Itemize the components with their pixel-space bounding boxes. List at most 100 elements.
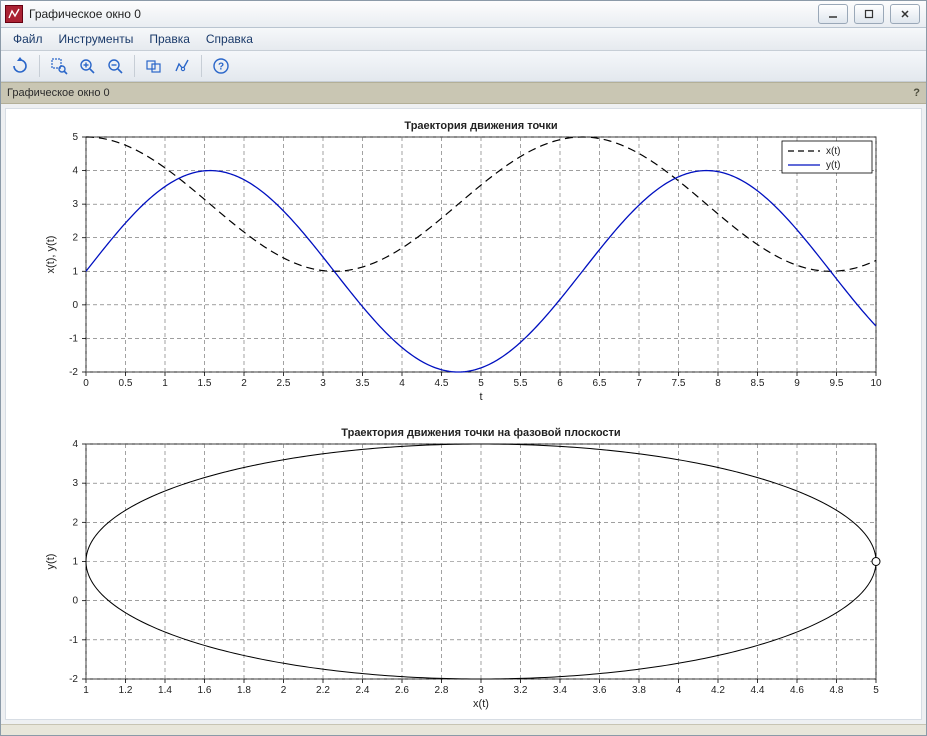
plot-svg: 0 0.5 1 1.5 2 2.5 3 3.5 4 4.5 5 5.5 6 6.5 7 7.5 8 8.5 9 9.5… xyxy=(6,109,911,720)
svg-text:y(t): y(t) xyxy=(826,160,840,171)
svg-text:2.8: 2.8 xyxy=(435,685,449,696)
svg-text:4.5: 4.5 xyxy=(435,378,449,389)
svg-text:5: 5 xyxy=(478,378,484,389)
figure-title-label: Графическое окно 0 xyxy=(7,87,110,99)
menu-file[interactable]: Файл xyxy=(7,30,49,48)
svg-text:t: t xyxy=(479,391,482,403)
svg-text:8: 8 xyxy=(715,378,721,389)
svg-text:7: 7 xyxy=(636,378,642,389)
svg-text:0: 0 xyxy=(72,596,78,607)
svg-text:2.5: 2.5 xyxy=(277,378,291,389)
svg-text:5: 5 xyxy=(72,132,78,143)
svg-text:0: 0 xyxy=(72,300,78,311)
menu-tools[interactable]: Инструменты xyxy=(53,30,140,48)
svg-text:2: 2 xyxy=(281,685,287,696)
svg-text:x(t), y(t): x(t), y(t) xyxy=(45,236,57,274)
svg-text:1: 1 xyxy=(72,266,78,277)
svg-text:3.4: 3.4 xyxy=(553,685,567,696)
svg-text:-2: -2 xyxy=(69,367,78,378)
figure-help-icon[interactable]: ? xyxy=(913,87,920,99)
subplot-1: 0 0.5 1 1.5 2 2.5 3 3.5 4 4.5 5 5.5 6 6.5 7 7.5 8 8.5 9 9.5… xyxy=(45,120,882,403)
svg-text:3: 3 xyxy=(478,685,484,696)
legend: x(t) y(t) xyxy=(782,141,872,173)
svg-text:?: ? xyxy=(218,62,224,73)
svg-text:2.2: 2.2 xyxy=(316,685,330,696)
close-button[interactable] xyxy=(890,4,920,24)
svg-text:x(t): x(t) xyxy=(826,146,840,157)
zoom-out-icon[interactable] xyxy=(102,53,128,79)
svg-text:3.5: 3.5 xyxy=(356,378,370,389)
pan-icon[interactable] xyxy=(141,53,167,79)
svg-text:1.8: 1.8 xyxy=(237,685,251,696)
svg-text:Траектория движения точки на ф: Траектория движения точки на фазовой пло… xyxy=(341,427,620,439)
window-controls xyxy=(818,4,920,24)
svg-text:1.6: 1.6 xyxy=(198,685,212,696)
menubar: Файл Инструменты Правка Справка xyxy=(1,28,926,51)
svg-text:6: 6 xyxy=(557,378,563,389)
svg-text:Траектория движения точки: Траектория движения точки xyxy=(404,120,557,132)
figure-title-strip: Графическое окно 0 ? xyxy=(1,82,926,104)
zoom-in-icon[interactable] xyxy=(74,53,100,79)
bottom-strip xyxy=(1,724,926,735)
toolbar: ? xyxy=(1,51,926,82)
svg-text:10: 10 xyxy=(870,378,882,389)
toolbar-separator xyxy=(134,55,135,77)
svg-text:x(t): x(t) xyxy=(473,698,489,710)
app-icon xyxy=(5,5,23,23)
svg-text:2: 2 xyxy=(72,517,78,528)
svg-text:3.2: 3.2 xyxy=(514,685,528,696)
minimize-button[interactable] xyxy=(818,4,848,24)
svg-text:-2: -2 xyxy=(69,674,78,685)
svg-text:0: 0 xyxy=(83,378,89,389)
svg-text:4.8: 4.8 xyxy=(830,685,844,696)
svg-text:3: 3 xyxy=(320,378,326,389)
rotate-icon[interactable] xyxy=(7,53,33,79)
svg-text:1: 1 xyxy=(83,685,89,696)
zoom-area-icon[interactable] xyxy=(46,53,72,79)
svg-text:2.6: 2.6 xyxy=(395,685,409,696)
window-title: Графическое окно 0 xyxy=(29,7,818,21)
svg-text:4.6: 4.6 xyxy=(790,685,804,696)
subplot-2: 1 1.2 1.4 1.6 1.8 2 2.2 2.4 2.6 2.8 3 3.2 3.4 3.6 3.8 4… xyxy=(45,427,880,710)
svg-text:1.2: 1.2 xyxy=(119,685,133,696)
svg-text:3.8: 3.8 xyxy=(632,685,646,696)
svg-text:4.2: 4.2 xyxy=(711,685,725,696)
svg-text:4.4: 4.4 xyxy=(751,685,765,696)
svg-text:2: 2 xyxy=(241,378,247,389)
datatip-icon[interactable] xyxy=(169,53,195,79)
maximize-button[interactable] xyxy=(854,4,884,24)
svg-text:1: 1 xyxy=(72,557,78,568)
svg-text:2.4: 2.4 xyxy=(356,685,370,696)
svg-text:3.6: 3.6 xyxy=(593,685,607,696)
app-window: Графическое окно 0 Файл Инструменты Прав… xyxy=(0,0,927,736)
svg-text:-1: -1 xyxy=(69,333,78,344)
svg-text:-1: -1 xyxy=(69,635,78,646)
svg-text:1.4: 1.4 xyxy=(158,685,172,696)
svg-text:6.5: 6.5 xyxy=(593,378,607,389)
svg-text:2: 2 xyxy=(72,233,78,244)
svg-text:4: 4 xyxy=(72,439,78,450)
svg-text:4: 4 xyxy=(72,166,78,177)
svg-text:7.5: 7.5 xyxy=(672,378,686,389)
svg-text:5.5: 5.5 xyxy=(514,378,528,389)
titlebar: Графическое окно 0 xyxy=(1,1,926,28)
svg-text:4: 4 xyxy=(676,685,682,696)
svg-text:4: 4 xyxy=(399,378,405,389)
plot-canvas: 0 0.5 1 1.5 2 2.5 3 3.5 4 4.5 5 5.5 6 6.5 7 7.5 8 8.5 9 9.5… xyxy=(5,108,922,720)
svg-text:1: 1 xyxy=(162,378,168,389)
toolbar-separator xyxy=(39,55,40,77)
svg-text:0.5: 0.5 xyxy=(119,378,133,389)
start-marker xyxy=(872,558,880,566)
menu-help[interactable]: Справка xyxy=(200,30,259,48)
svg-text:9.5: 9.5 xyxy=(830,378,844,389)
svg-text:y(t): y(t) xyxy=(45,554,57,570)
toolbar-separator xyxy=(201,55,202,77)
svg-text:1.5: 1.5 xyxy=(198,378,212,389)
menu-edit[interactable]: Правка xyxy=(143,30,196,48)
help-icon[interactable]: ? xyxy=(208,53,234,79)
svg-text:3: 3 xyxy=(72,199,78,210)
svg-text:8.5: 8.5 xyxy=(751,378,765,389)
svg-text:5: 5 xyxy=(873,685,879,696)
svg-text:9: 9 xyxy=(794,378,800,389)
svg-text:3: 3 xyxy=(72,478,78,489)
